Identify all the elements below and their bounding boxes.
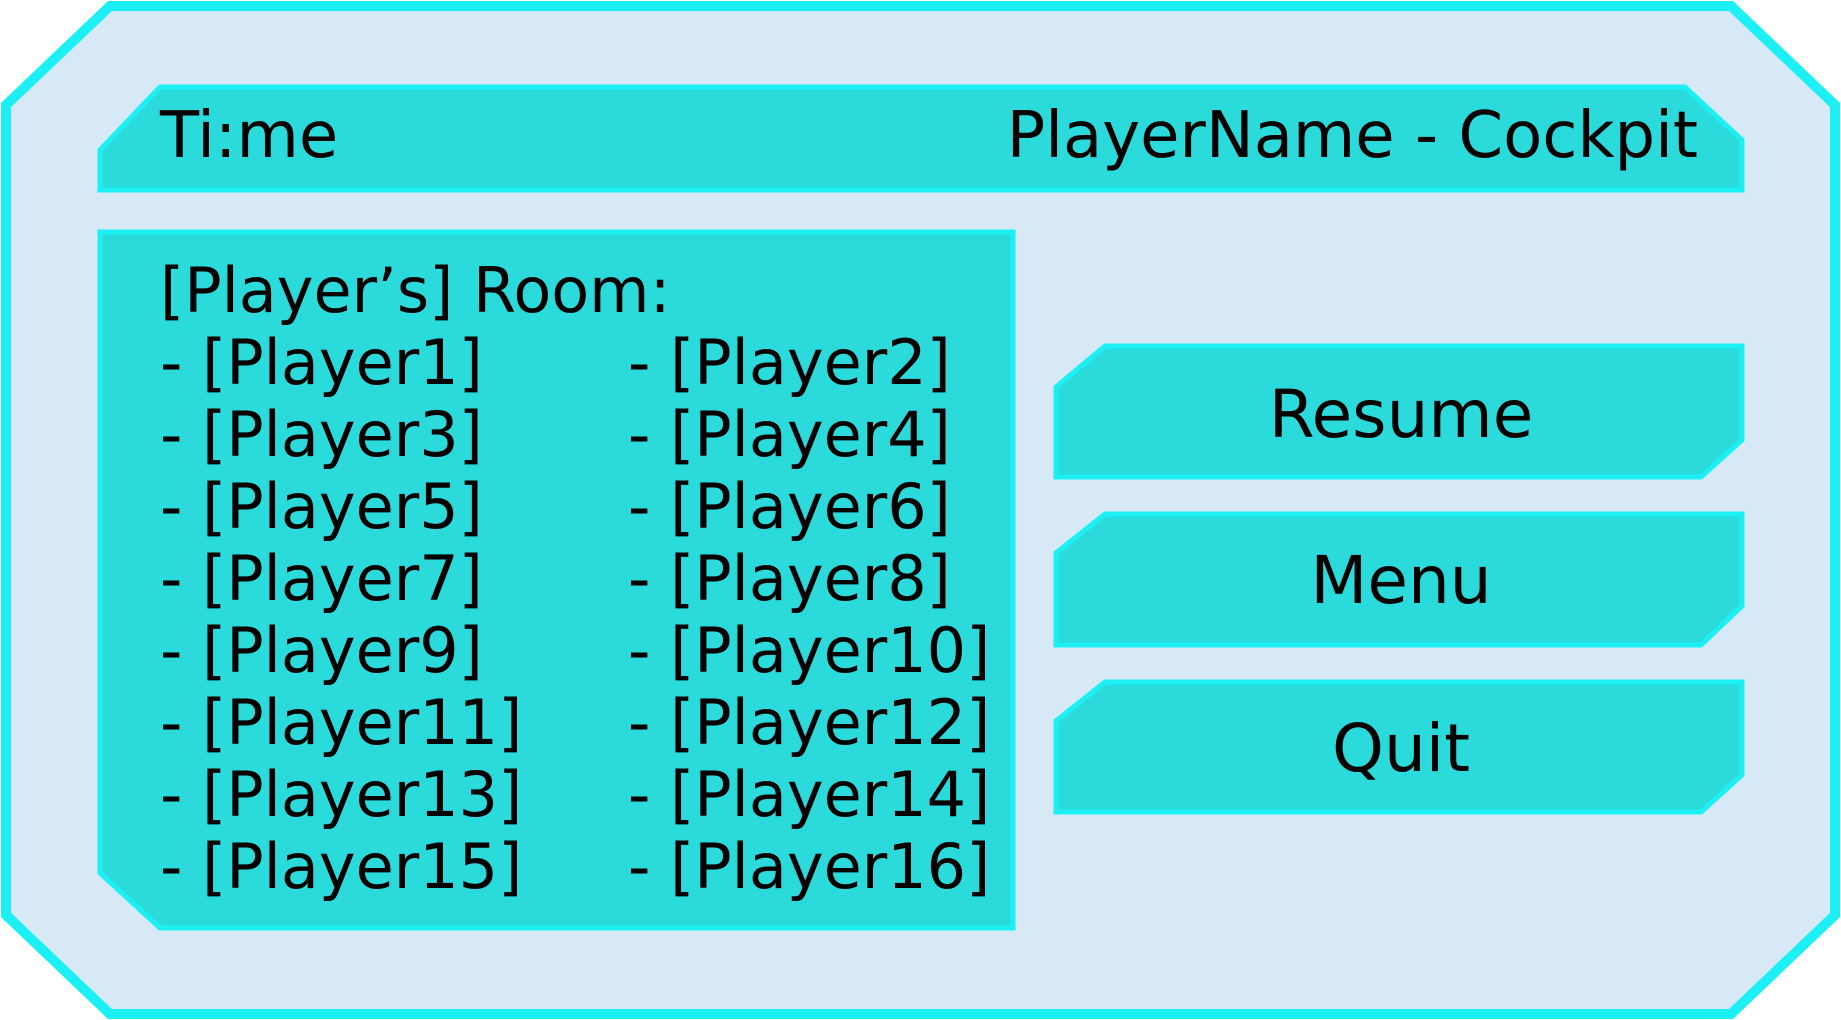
player-list-item: - [Player2]	[628, 326, 951, 399]
player-list-item: - [Player1]	[160, 326, 483, 399]
resume-button-label[interactable]: Resume	[1056, 382, 1746, 448]
player-list-item: - [Player13]	[160, 758, 523, 831]
menu-button-label[interactable]: Menu	[1056, 548, 1746, 614]
player-list-item: - [Player6]	[628, 470, 951, 543]
player-list-item: - [Player16]	[628, 830, 991, 903]
room-title: [Player’s] Room:	[160, 254, 671, 327]
quit-button-label[interactable]: Quit	[1056, 716, 1746, 782]
player-list-item: - [Player12]	[628, 686, 991, 759]
player-list-item: - [Player7]	[160, 542, 483, 615]
player-list-item: - [Player11]	[160, 686, 523, 759]
player-list-item: - [Player15]	[160, 830, 523, 903]
player-list-item: - [Player4]	[628, 398, 951, 471]
player-list-item: - [Player8]	[628, 542, 951, 615]
player-list-item: - [Player9]	[160, 614, 483, 687]
window-title: PlayerName - Cockpit	[1006, 99, 1698, 173]
time-label: Ti:me	[160, 99, 339, 173]
player-list-item: - [Player5]	[160, 470, 483, 543]
pause-screen: Ti:me PlayerName - Cockpit [Player’s] Ro…	[0, 0, 1841, 1020]
player-list-item: - [Player10]	[628, 614, 991, 687]
player-list-item: - [Player3]	[160, 398, 483, 471]
player-list-item: - [Player14]	[628, 758, 991, 831]
